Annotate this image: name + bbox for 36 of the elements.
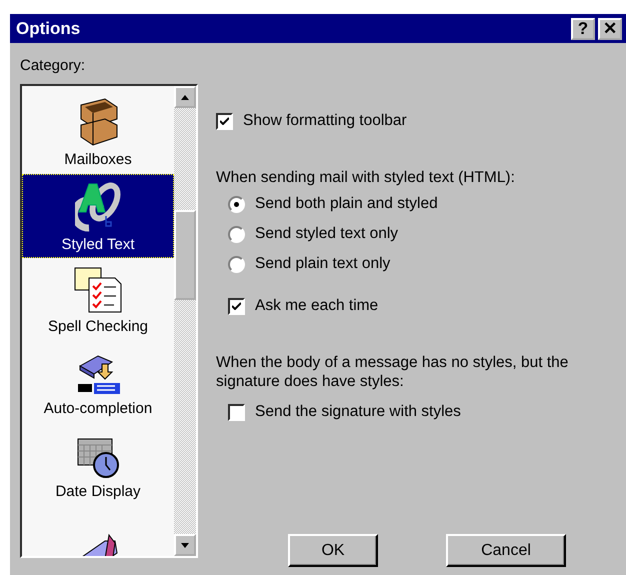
category-item[interactable]: Mailboxes bbox=[22, 90, 174, 174]
checkbox[interactable] bbox=[228, 404, 245, 420]
cancel-button[interactable]: Cancel bbox=[446, 534, 566, 567]
ok-button[interactable]: OK bbox=[288, 534, 378, 567]
section-text: When sending mail with styled text (HTML): bbox=[216, 168, 516, 187]
check-mark-icon bbox=[232, 302, 241, 310]
scroll-thumb[interactable] bbox=[174, 210, 196, 300]
window-title: Options bbox=[16, 18, 82, 38]
checkbox[interactable] bbox=[216, 112, 233, 130]
radio-option[interactable]: Send plain text only bbox=[228, 255, 626, 273]
check-mark-icon bbox=[220, 117, 229, 125]
scroll-up-button[interactable] bbox=[174, 86, 196, 108]
section-text: When the body of a message has no styles, but the signature does have styles: bbox=[216, 353, 570, 391]
radio-button[interactable] bbox=[228, 226, 245, 242]
category-item[interactable]: Date Display bbox=[22, 426, 174, 510]
category-item[interactable]: Styled Text bbox=[22, 174, 174, 258]
category-label: Category: bbox=[20, 57, 86, 74]
scroll-down-button[interactable] bbox=[174, 534, 196, 556]
radio-option[interactable]: Send both plain and styled bbox=[228, 195, 626, 213]
radio-button[interactable] bbox=[228, 196, 245, 212]
close-button[interactable]: ✕ bbox=[598, 18, 622, 40]
radio-option[interactable]: Send styled text only bbox=[228, 225, 626, 243]
radio-button[interactable] bbox=[228, 256, 245, 272]
styled-letters-icon bbox=[75, 180, 121, 232]
category-item[interactable]: Auto-completion bbox=[22, 342, 174, 426]
up-arrow-icon bbox=[181, 94, 189, 100]
checkbox-option[interactable]: Ask me each time bbox=[228, 297, 626, 315]
checklist-document-icon bbox=[73, 266, 123, 314]
checkbox-option[interactable]: Send the signature with styles bbox=[228, 403, 626, 421]
category-item[interactable]: Spell Checking bbox=[22, 258, 174, 342]
calendar-clock-icon bbox=[76, 436, 120, 478]
scrollbar[interactable] bbox=[174, 86, 196, 556]
checkbox-option[interactable]: Show formatting toolbar bbox=[216, 112, 626, 130]
checkbox[interactable] bbox=[228, 298, 245, 314]
down-arrow-icon bbox=[181, 542, 189, 548]
help-button[interactable]: ? bbox=[571, 18, 595, 40]
